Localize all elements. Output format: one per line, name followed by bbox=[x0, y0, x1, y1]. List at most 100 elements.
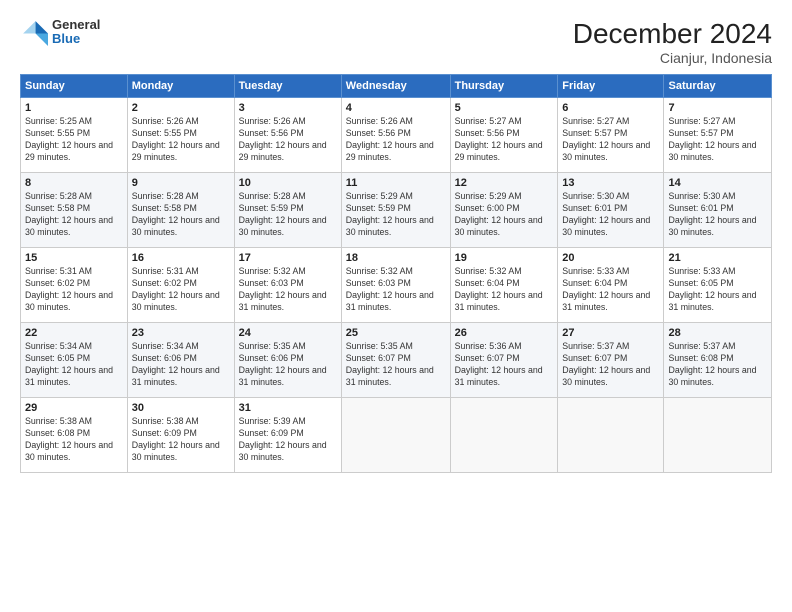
day-info: Sunrise: 5:30 AMSunset: 6:01 PMDaylight:… bbox=[668, 191, 767, 239]
calendar-week-row: 29Sunrise: 5:38 AMSunset: 6:08 PMDayligh… bbox=[21, 398, 772, 473]
day-info: Sunrise: 5:39 AMSunset: 6:09 PMDaylight:… bbox=[239, 416, 337, 464]
table-row: 29Sunrise: 5:38 AMSunset: 6:08 PMDayligh… bbox=[21, 398, 128, 473]
day-number: 10 bbox=[239, 177, 337, 189]
day-info: Sunrise: 5:28 AMSunset: 5:58 PMDaylight:… bbox=[132, 191, 230, 239]
table-row: 17Sunrise: 5:32 AMSunset: 6:03 PMDayligh… bbox=[234, 248, 341, 323]
subtitle: Cianjur, Indonesia bbox=[573, 50, 772, 66]
day-number: 28 bbox=[668, 327, 767, 339]
table-row: 21 Sunrise: 5:33 AMSunset: 6:05 PMDayligh… bbox=[664, 248, 772, 323]
logo-general: General bbox=[52, 18, 100, 32]
day-number: 6 bbox=[562, 102, 659, 114]
day-info: Sunrise: 5:26 AMSunset: 5:55 PMDaylight:… bbox=[132, 116, 230, 164]
table-row bbox=[558, 398, 664, 473]
table-row: 27 Sunrise: 5:37 AMSunset: 6:07 PMDayligh… bbox=[558, 323, 664, 398]
calendar-header-row: Sunday Monday Tuesday Wednesday Thursday… bbox=[21, 75, 772, 98]
day-number: 2 bbox=[132, 102, 230, 114]
day-info: Sunrise: 5:26 AMSunset: 5:56 PMDaylight:… bbox=[346, 116, 446, 164]
day-number: 25 bbox=[346, 327, 446, 339]
day-number: 26 bbox=[455, 327, 554, 339]
table-row: 18Sunrise: 5:32 AMSunset: 6:03 PMDayligh… bbox=[341, 248, 450, 323]
table-row: 22 Sunrise: 5:34 AMSunset: 6:05 PMDayligh… bbox=[21, 323, 128, 398]
logo-text: General Blue bbox=[52, 18, 100, 47]
day-info: Sunrise: 5:32 AMSunset: 6:04 PMDaylight:… bbox=[455, 266, 554, 314]
table-row bbox=[664, 398, 772, 473]
day-info: Sunrise: 5:30 AMSunset: 6:01 PMDaylight:… bbox=[562, 191, 659, 239]
day-info: Sunrise: 5:29 AMSunset: 5:59 PMDaylight:… bbox=[346, 191, 446, 239]
table-row: 20Sunrise: 5:33 AMSunset: 6:04 PMDayligh… bbox=[558, 248, 664, 323]
day-info: Sunrise: 5:26 AMSunset: 5:56 PMDaylight:… bbox=[239, 116, 337, 164]
day-info: Sunrise: 5:31 AMSunset: 6:02 PMDaylight:… bbox=[132, 266, 230, 314]
table-row: 14 Sunrise: 5:30 AMSunset: 6:01 PMDayligh… bbox=[664, 173, 772, 248]
header-monday: Monday bbox=[127, 75, 234, 98]
day-info: Sunrise: 5:28 AMSunset: 5:59 PMDaylight:… bbox=[239, 191, 337, 239]
table-row bbox=[450, 398, 558, 473]
calendar-week-row: 22 Sunrise: 5:34 AMSunset: 6:05 PMDayligh… bbox=[21, 323, 772, 398]
table-row: 4 Sunrise: 5:26 AMSunset: 5:56 PMDaylight… bbox=[341, 98, 450, 173]
table-row: 2 Sunrise: 5:26 AMSunset: 5:55 PMDaylight… bbox=[127, 98, 234, 173]
table-row: 19 Sunrise: 5:32 AMSunset: 6:04 PMDayligh… bbox=[450, 248, 558, 323]
day-info: Sunrise: 5:32 AMSunset: 6:03 PMDaylight:… bbox=[239, 266, 337, 314]
table-row: 16 Sunrise: 5:31 AMSunset: 6:02 PMDayligh… bbox=[127, 248, 234, 323]
day-number: 4 bbox=[346, 102, 446, 114]
day-number: 5 bbox=[455, 102, 554, 114]
table-row: 31Sunrise: 5:39 AMSunset: 6:09 PMDayligh… bbox=[234, 398, 341, 473]
day-number: 11 bbox=[346, 177, 446, 189]
table-row: 12 Sunrise: 5:29 AMSunset: 6:00 PMDayligh… bbox=[450, 173, 558, 248]
title-block: December 2024 Cianjur, Indonesia bbox=[573, 18, 772, 66]
day-number: 16 bbox=[132, 252, 230, 264]
table-row: 23Sunrise: 5:34 AMSunset: 6:06 PMDayligh… bbox=[127, 323, 234, 398]
table-row: 6 Sunrise: 5:27 AMSunset: 5:57 PMDaylight… bbox=[558, 98, 664, 173]
table-row: 11 Sunrise: 5:29 AMSunset: 5:59 PMDayligh… bbox=[341, 173, 450, 248]
day-number: 21 bbox=[668, 252, 767, 264]
day-info: Sunrise: 5:31 AMSunset: 6:02 PMDaylight:… bbox=[25, 266, 123, 314]
day-number: 19 bbox=[455, 252, 554, 264]
table-row: 9 Sunrise: 5:28 AMSunset: 5:58 PMDaylight… bbox=[127, 173, 234, 248]
header-sunday: Sunday bbox=[21, 75, 128, 98]
day-info: Sunrise: 5:28 AMSunset: 5:58 PMDaylight:… bbox=[25, 191, 123, 239]
day-number: 14 bbox=[668, 177, 767, 189]
day-info: Sunrise: 5:29 AMSunset: 6:00 PMDaylight:… bbox=[455, 191, 554, 239]
day-info: Sunrise: 5:37 AMSunset: 6:07 PMDaylight:… bbox=[562, 341, 659, 389]
header-friday: Friday bbox=[558, 75, 664, 98]
day-info: Sunrise: 5:35 AMSunset: 6:07 PMDaylight:… bbox=[346, 341, 446, 389]
table-row: 3 Sunrise: 5:26 AMSunset: 5:56 PMDaylight… bbox=[234, 98, 341, 173]
day-info: Sunrise: 5:37 AMSunset: 6:08 PMDaylight:… bbox=[668, 341, 767, 389]
table-row: 5 Sunrise: 5:27 AMSunset: 5:56 PMDaylight… bbox=[450, 98, 558, 173]
header-thursday: Thursday bbox=[450, 75, 558, 98]
day-number: 12 bbox=[455, 177, 554, 189]
logo: General Blue bbox=[20, 18, 100, 47]
calendar-week-row: 8 Sunrise: 5:28 AMSunset: 5:58 PMDaylight… bbox=[21, 173, 772, 248]
day-number: 13 bbox=[562, 177, 659, 189]
table-row: 26 Sunrise: 5:36 AMSunset: 6:07 PMDayligh… bbox=[450, 323, 558, 398]
day-number: 3 bbox=[239, 102, 337, 114]
day-number: 30 bbox=[132, 402, 230, 414]
day-info: Sunrise: 5:27 AMSunset: 5:57 PMDaylight:… bbox=[562, 116, 659, 164]
day-number: 15 bbox=[25, 252, 123, 264]
table-row: 30 Sunrise: 5:38 AMSunset: 6:09 PMDayligh… bbox=[127, 398, 234, 473]
day-number: 27 bbox=[562, 327, 659, 339]
day-number: 1 bbox=[25, 102, 123, 114]
day-info: Sunrise: 5:27 AMSunset: 5:56 PMDaylight:… bbox=[455, 116, 554, 164]
logo-icon bbox=[20, 18, 48, 46]
day-number: 22 bbox=[25, 327, 123, 339]
page-header: General Blue December 2024 Cianjur, Indo… bbox=[20, 18, 772, 66]
header-saturday: Saturday bbox=[664, 75, 772, 98]
day-info: Sunrise: 5:34 AMSunset: 6:05 PMDaylight:… bbox=[25, 341, 123, 389]
day-info: Sunrise: 5:33 AMSunset: 6:05 PMDaylight:… bbox=[668, 266, 767, 314]
calendar-week-row: 1Sunrise: 5:25 AMSunset: 5:55 PMDaylight… bbox=[21, 98, 772, 173]
day-number: 8 bbox=[25, 177, 123, 189]
table-row: 7Sunrise: 5:27 AMSunset: 5:57 PMDaylight… bbox=[664, 98, 772, 173]
day-number: 23 bbox=[132, 327, 230, 339]
header-wednesday: Wednesday bbox=[341, 75, 450, 98]
day-number: 9 bbox=[132, 177, 230, 189]
table-row: 10 Sunrise: 5:28 AMSunset: 5:59 PMDayligh… bbox=[234, 173, 341, 248]
day-info: Sunrise: 5:38 AMSunset: 6:09 PMDaylight:… bbox=[132, 416, 230, 464]
calendar-week-row: 15 Sunrise: 5:31 AMSunset: 6:02 PMDayligh… bbox=[21, 248, 772, 323]
day-info: Sunrise: 5:38 AMSunset: 6:08 PMDaylight:… bbox=[25, 416, 123, 464]
table-row: 24Sunrise: 5:35 AMSunset: 6:06 PMDayligh… bbox=[234, 323, 341, 398]
day-info: Sunrise: 5:36 AMSunset: 6:07 PMDaylight:… bbox=[455, 341, 554, 389]
table-row: 13 Sunrise: 5:30 AMSunset: 6:01 PMDayligh… bbox=[558, 173, 664, 248]
day-info: Sunrise: 5:27 AMSunset: 5:57 PMDaylight:… bbox=[668, 116, 767, 164]
day-info: Sunrise: 5:33 AMSunset: 6:04 PMDaylight:… bbox=[562, 266, 659, 314]
day-info: Sunrise: 5:32 AMSunset: 6:03 PMDaylight:… bbox=[346, 266, 446, 314]
